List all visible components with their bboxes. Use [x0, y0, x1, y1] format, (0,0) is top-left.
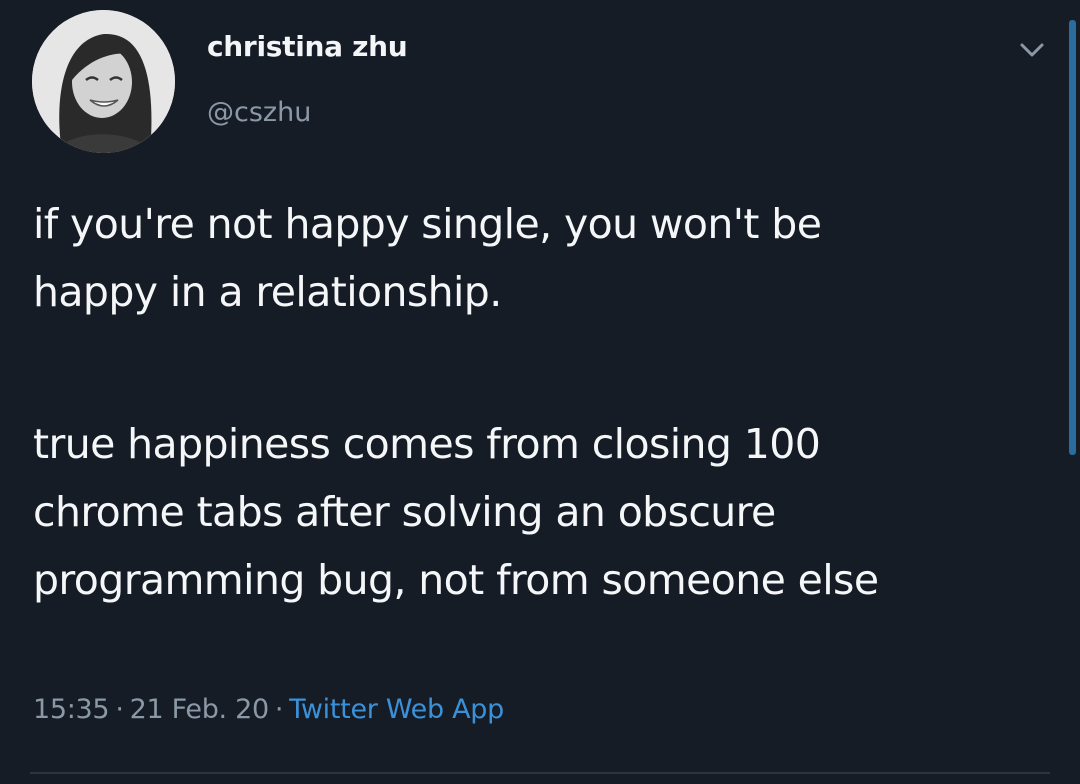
- tweet-text-line: happy in a relationship.: [33, 268, 502, 316]
- tweet-meta: 15:35 · 21 Feb. 20 · Twitter Web App: [33, 694, 504, 725]
- tweet-source-link[interactable]: Twitter Web App: [289, 694, 504, 725]
- profile-photo-icon: [32, 10, 175, 153]
- tweet-body: if you're not happy single, you won't be…: [33, 190, 1053, 614]
- author-display-name[interactable]: christina zhu: [207, 30, 408, 63]
- tweet-card: christina zhu @cszhu if you're not happy…: [0, 0, 1080, 784]
- tweet-text-line: chrome tabs after solving an obscure: [33, 488, 776, 536]
- tweet-time[interactable]: 15:35: [33, 694, 110, 725]
- tweet-date[interactable]: 21 Feb. 20: [130, 694, 270, 725]
- author-avatar[interactable]: [32, 10, 175, 153]
- meta-separator: ·: [274, 694, 284, 725]
- tweet-text-line: if you're not happy single, you won't be: [33, 200, 822, 248]
- tweet-text-line: true happiness comes from closing 100: [33, 420, 821, 468]
- divider: [30, 772, 1050, 774]
- meta-separator: ·: [115, 694, 124, 725]
- author-handle[interactable]: @cszhu: [207, 97, 311, 128]
- tweet-text-line: programming bug, not from someone else: [33, 556, 879, 604]
- chevron-down-icon[interactable]: [1016, 36, 1048, 64]
- scrollbar[interactable]: [1069, 20, 1076, 455]
